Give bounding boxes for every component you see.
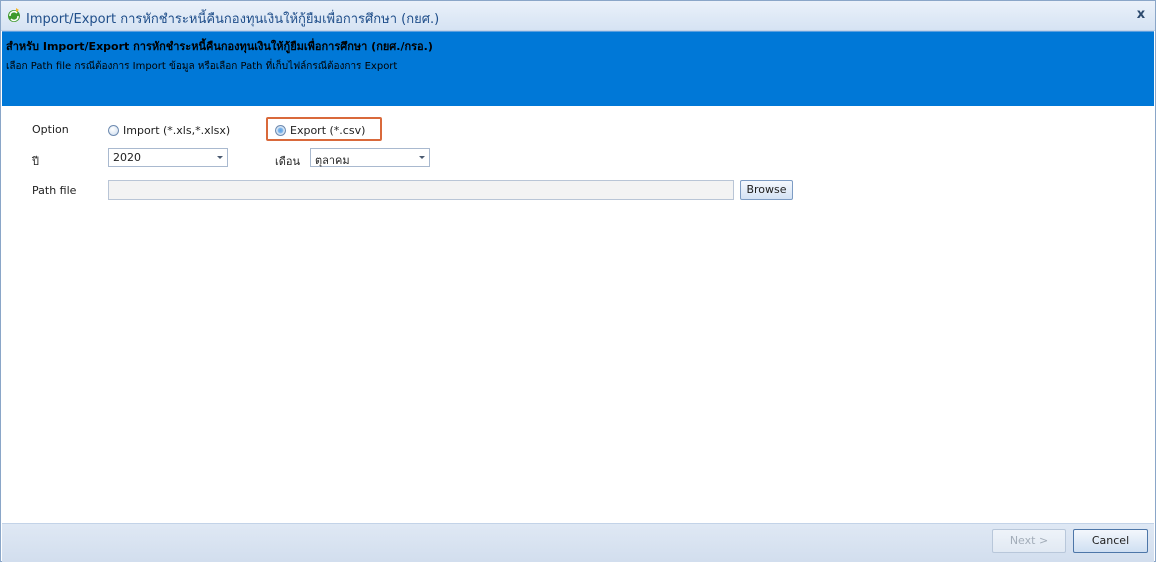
browse-button[interactable]: Browse <box>740 180 793 200</box>
chevron-down-icon <box>419 156 425 159</box>
header-banner: สำหรับ Import/Export การหักชำระหนี้คืนกอ… <box>2 31 1154 106</box>
banner-description: เลือก Path file กรณีต้องการ Import ข้อมู… <box>6 61 398 72</box>
import-radio-label: Import (*.xls,*.xlsx) <box>123 123 231 137</box>
import-radio-button[interactable] <box>108 124 119 136</box>
close-icon: x <box>1136 7 1146 22</box>
month-label: เดือน <box>275 155 301 168</box>
window-title: Import/Export การหักชำระหนี้คืนกองทุนเงิ… <box>26 12 440 27</box>
export-radio-option[interactable]: Export (*.csv) <box>275 122 365 138</box>
banner-title: สำหรับ Import/Export การหักชำระหนี้คืนกอ… <box>6 40 433 53</box>
title-bar[interactable]: Import/Export การหักชำระหนี้คืนกองทุนเงิ… <box>1 1 1155 31</box>
close-button[interactable]: x <box>1133 7 1149 23</box>
import-export-dialog: Import/Export การหักชำระหนี้คืนกองทุนเงิ… <box>0 0 1156 562</box>
path-file-input[interactable] <box>108 180 734 200</box>
year-select-value: 2020 <box>113 151 141 164</box>
import-radio-option[interactable]: Import (*.xls,*.xlsx) <box>108 122 230 138</box>
year-label: ปี <box>32 155 39 168</box>
option-label: Option <box>32 123 69 136</box>
dialog-footer <box>2 523 1154 562</box>
path-file-label: Path file <box>32 184 77 197</box>
export-radio-label: Export (*.csv) <box>290 123 366 137</box>
app-recycle-icon <box>8 8 20 22</box>
export-radio-button[interactable] <box>275 124 286 136</box>
month-select[interactable]: ตุลาคม <box>310 148 430 167</box>
year-select[interactable]: 2020 <box>108 148 228 167</box>
cancel-button[interactable]: Cancel <box>1073 529 1148 553</box>
month-select-value: ตุลาคม <box>315 154 350 167</box>
next-button[interactable]: Next > <box>992 529 1066 553</box>
chevron-down-icon <box>217 156 223 159</box>
